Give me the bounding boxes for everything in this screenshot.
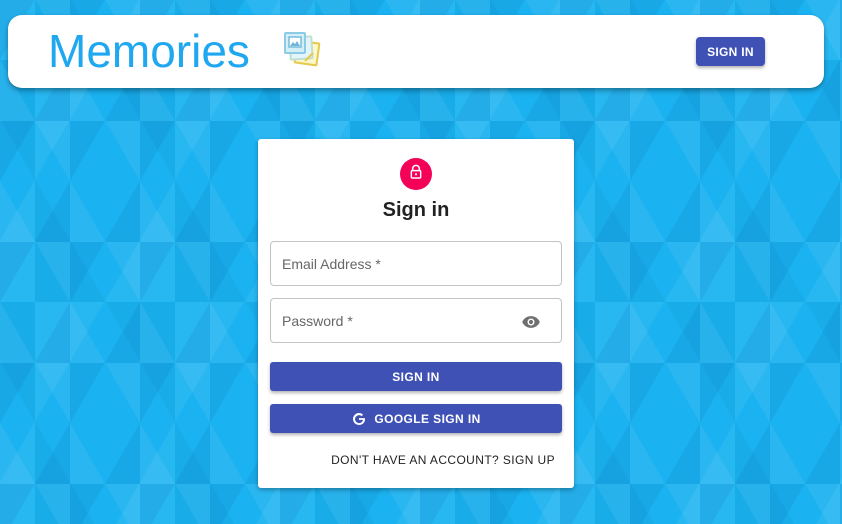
- signin-button-label: SIGN IN: [392, 369, 440, 384]
- google-signin-button[interactable]: GOOGLE SIGN IN: [270, 404, 562, 433]
- password-field[interactable]: Password *: [270, 298, 562, 343]
- google-g-icon: [351, 411, 367, 427]
- form-title: Sign in: [382, 199, 450, 221]
- password-field-label: Password *: [282, 313, 353, 329]
- google-signin-button-label: GOOGLE SIGN IN: [374, 411, 481, 426]
- auth-card: Sign in Email Address * Password * SIGN …: [258, 139, 574, 488]
- signin-button[interactable]: SIGN IN: [270, 362, 562, 391]
- lock-icon: [408, 164, 424, 185]
- brand-title: Memories: [48, 25, 250, 77]
- photo-album-icon: [283, 31, 323, 71]
- app-bar: Memories SIGN IN: [8, 15, 824, 88]
- lock-avatar: [400, 158, 432, 190]
- email-field[interactable]: Email Address *: [270, 241, 562, 286]
- header-signin-button[interactable]: SIGN IN: [696, 37, 765, 66]
- eye-icon[interactable]: [521, 312, 541, 332]
- email-field-label: Email Address *: [282, 256, 381, 272]
- switch-to-signup-link[interactable]: DON'T HAVE AN ACCOUNT? SIGN UP: [331, 453, 555, 467]
